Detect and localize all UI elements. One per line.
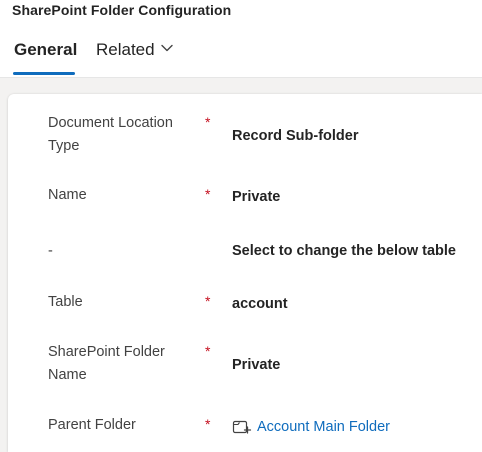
tab-general[interactable]: General — [14, 40, 77, 60]
required-indicator: * — [205, 293, 211, 309]
field-value-change-table-prompt[interactable]: Select to change the below table — [232, 243, 456, 259]
field-value-table[interactable]: account — [232, 296, 288, 312]
field-label-document-location-type: Document Location Type — [48, 115, 173, 154]
required-indicator: * — [205, 416, 211, 432]
field-label-parent-folder: Parent Folder — [48, 417, 136, 433]
field-label-table: Table — [48, 294, 83, 310]
tab-selected-indicator — [13, 72, 75, 75]
tab-related[interactable]: Related — [96, 40, 173, 60]
chevron-down-icon — [160, 44, 173, 52]
form-title: SharePoint Folder Configuration — [12, 2, 232, 18]
required-indicator: * — [205, 114, 211, 130]
required-indicator: * — [205, 343, 211, 359]
form-window: SharePoint Folder Configuration General … — [0, 0, 482, 452]
field-value-document-location-type[interactable]: Record Sub-folder — [232, 128, 358, 144]
field-value-name[interactable]: Private — [232, 189, 280, 205]
field-label-name: Name — [48, 187, 87, 203]
parent-folder-link-text[interactable]: Account Main Folder — [257, 419, 390, 435]
record-lookup-icon — [232, 420, 252, 434]
tab-bar: General Related — [0, 36, 482, 76]
required-indicator: * — [205, 186, 211, 202]
field-label-dash: - — [48, 243, 53, 259]
field-label-sharepoint-folder-name: SharePoint Folder Name — [48, 344, 165, 383]
tab-related-label: Related — [96, 40, 155, 59]
field-value-sharepoint-folder-name[interactable]: Private — [232, 357, 280, 373]
parent-folder-lookup-link[interactable]: Account Main Folder — [232, 417, 390, 437]
